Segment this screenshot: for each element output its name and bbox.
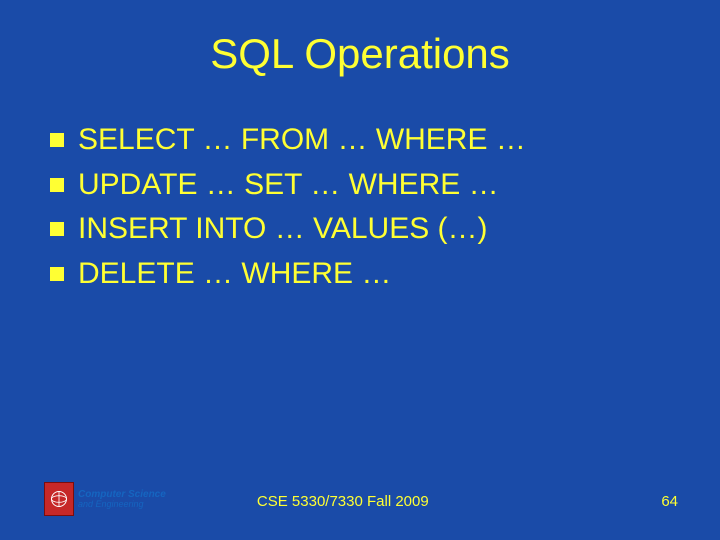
logo-line1: Computer Science [78, 490, 166, 500]
logo-line2: and Engineering [78, 500, 166, 509]
slide-title: SQL Operations [40, 30, 680, 78]
department-logo: Computer Science and Engineering [44, 482, 154, 516]
slide: SQL Operations SELECT … FROM … WHERE … U… [0, 0, 720, 540]
footer-course-info: CSE 5330/7330 Fall 2009 [257, 493, 429, 510]
bullet-list: SELECT … FROM … WHERE … UPDATE … SET … W… [40, 120, 680, 294]
bullet-item: UPDATE … SET … WHERE … [44, 165, 680, 206]
globe-icon [49, 489, 69, 509]
slide-footer: Computer Science and Engineering CSE 533… [0, 476, 720, 516]
logo-text: Computer Science and Engineering [74, 482, 166, 516]
bullet-item: SELECT … FROM … WHERE … [44, 120, 680, 161]
bullet-item: DELETE … WHERE … [44, 254, 680, 295]
page-number: 64 [661, 493, 678, 510]
bullet-item: INSERT INTO … VALUES (…) [44, 209, 680, 250]
logo-badge-icon [44, 482, 74, 516]
